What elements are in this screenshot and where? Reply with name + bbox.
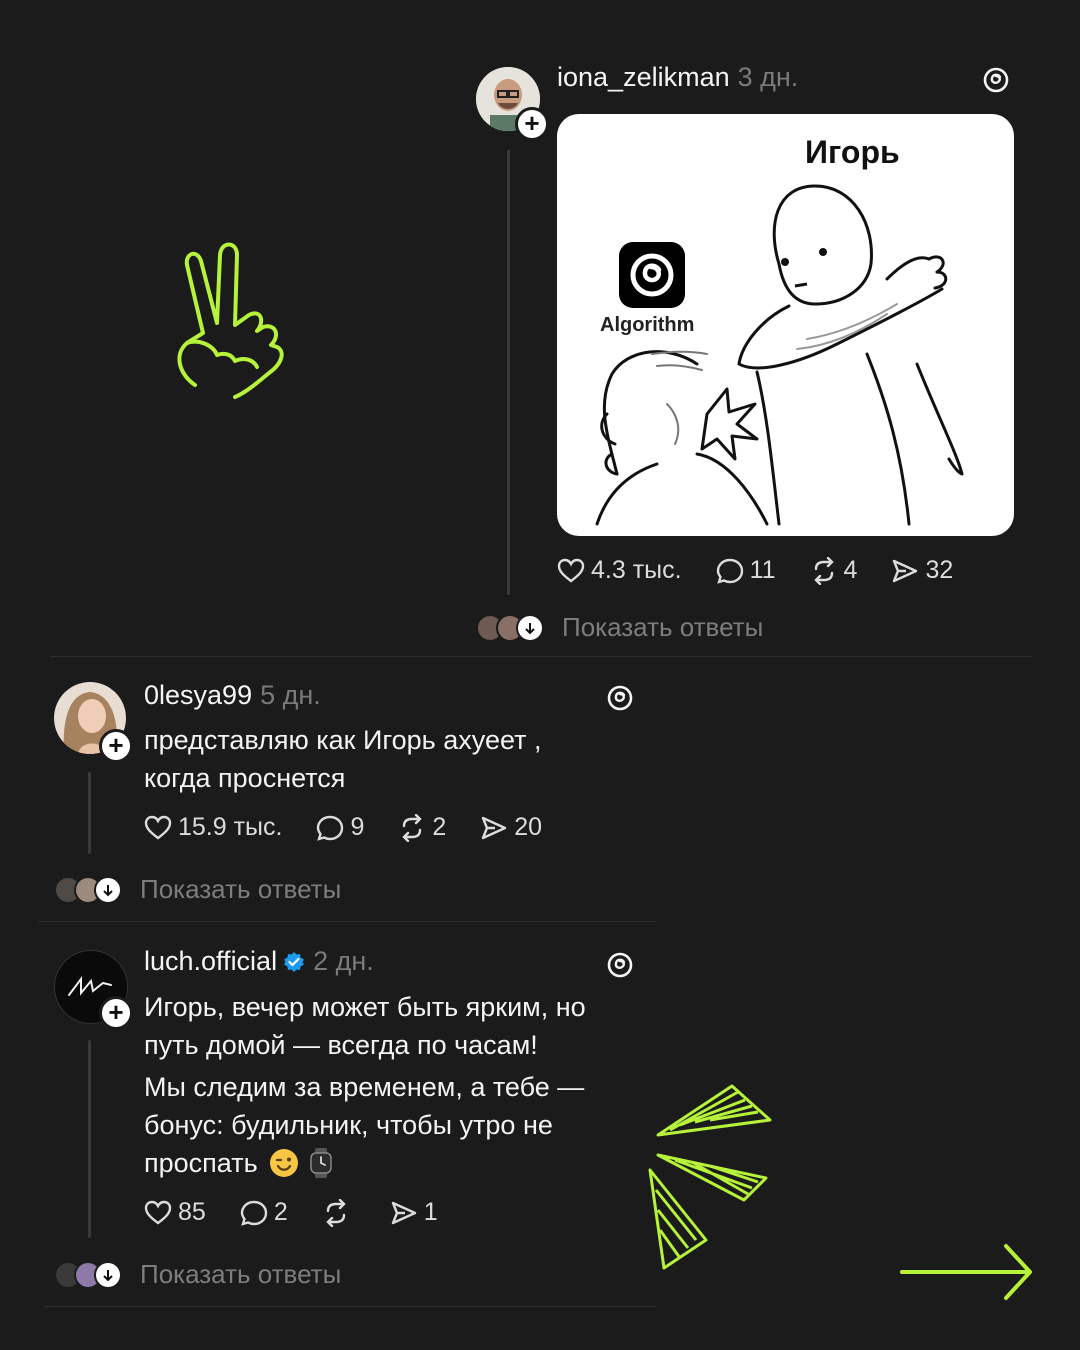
arrow-down-icon	[525, 622, 535, 634]
post-text-line: проспать	[144, 1148, 258, 1178]
show-replies-row[interactable]: Показать ответы	[54, 1259, 341, 1290]
share-count: 20	[514, 813, 543, 841]
arrow-down-icon	[103, 884, 113, 896]
show-replies-row[interactable]: Показать ответы	[54, 874, 341, 905]
post-image[interactable]: Игорь Algorithm	[557, 114, 1014, 536]
repost-count: 2	[432, 813, 447, 841]
share-count: 1	[423, 1198, 438, 1226]
show-replies-link[interactable]: Показать ответы	[140, 874, 341, 905]
follow-plus-button[interactable]: +	[515, 107, 549, 141]
repost-button[interactable]: 4	[810, 556, 858, 585]
comment-button[interactable]: 9	[316, 813, 364, 842]
repost-count: 4	[843, 556, 858, 584]
comment-count: 2	[273, 1198, 288, 1226]
post-text-line: бонус: будильник, чтобы утро не	[144, 1110, 553, 1140]
post-text: Игорь, вечер может быть ярким, но путь д…	[144, 988, 634, 1182]
comment-icon	[317, 815, 344, 841]
repost-button[interactable]	[322, 1198, 356, 1227]
thread-line	[507, 150, 510, 595]
heart-icon	[557, 558, 585, 583]
like-button[interactable]: 15.9 тыс.	[144, 813, 282, 842]
share-button[interactable]: 32	[891, 556, 953, 585]
comment-count: 11	[749, 556, 776, 584]
like-button[interactable]: 4.3 тыс.	[557, 556, 682, 585]
post-actions: 85 2 1	[144, 1198, 472, 1227]
post-time: 5 дн.	[260, 680, 321, 710]
username[interactable]: iona_zelikman	[557, 62, 730, 92]
divider	[458, 656, 1032, 657]
comment-icon	[716, 558, 743, 584]
comment-button[interactable]: 11	[716, 556, 776, 585]
username[interactable]: luch.official	[144, 946, 277, 977]
threads-icon[interactable]	[605, 683, 635, 713]
post-header: 0lesya99 5 дн.	[144, 680, 321, 711]
like-count: 85	[178, 1198, 206, 1226]
divider	[50, 656, 460, 657]
triangle-burst-doodle	[648, 1084, 772, 1270]
verified-badge-icon	[284, 951, 305, 972]
post-text-line: Игорь, вечер может быть ярким, но	[144, 992, 586, 1022]
post-header: iona_zelikman 3 дн.	[557, 62, 798, 93]
repost-icon	[813, 556, 834, 585]
repost-button[interactable]: 2	[398, 813, 446, 842]
comment-icon	[240, 1200, 268, 1226]
share-count: 32	[925, 556, 954, 584]
follow-plus-button[interactable]: +	[99, 729, 133, 763]
post-text-line: представляю как Игорь ахуеет ,	[144, 725, 542, 755]
watch-emoji-icon	[309, 1148, 332, 1178]
share-icon	[893, 559, 918, 582]
post-text: представляю как Игорь ахуеет , когда про…	[144, 721, 614, 797]
post-time: 2 дн.	[313, 946, 374, 976]
threads-icon[interactable]	[981, 65, 1011, 95]
share-icon	[391, 1201, 416, 1224]
post-time: 3 дн.	[737, 62, 799, 92]
heart-icon	[144, 1200, 172, 1225]
post-actions: 15.9 тыс. 9 2 20	[144, 813, 576, 842]
victory-hand-doodle	[177, 242, 284, 399]
post-text-line: Мы следим за временем, а тебе —	[144, 1072, 585, 1102]
arrow-right-doodle	[900, 1244, 1032, 1300]
divider	[44, 1306, 656, 1307]
post-text-line: путь домой — всегда по часам!	[144, 1030, 538, 1060]
post-text-line: когда проснется	[144, 763, 346, 793]
comment-button[interactable]: 2	[240, 1198, 288, 1227]
show-replies-link[interactable]: Показать ответы	[140, 1259, 341, 1290]
follow-plus-button[interactable]: +	[99, 996, 133, 1030]
post-text-last-line: проспать	[144, 1144, 634, 1182]
post-actions: 4.3 тыс. 11 4 32	[557, 556, 987, 585]
share-button[interactable]: 1	[390, 1198, 438, 1227]
repost-icon	[326, 1198, 346, 1227]
share-button[interactable]: 20	[480, 813, 542, 842]
like-button[interactable]: 85	[144, 1198, 206, 1227]
thread-line	[88, 1040, 91, 1238]
repost-icon	[402, 813, 423, 842]
like-count: 4.3 тыс.	[591, 556, 682, 584]
comment-count: 9	[350, 813, 365, 841]
username[interactable]: 0lesya99	[144, 680, 252, 710]
heart-icon	[144, 815, 172, 840]
show-replies-link[interactable]: Показать ответы	[562, 612, 763, 643]
threads-icon[interactable]	[605, 950, 635, 980]
post-header: luch.official 2 дн.	[144, 946, 374, 977]
show-replies-row[interactable]: Показать ответы	[476, 612, 763, 643]
winking-face-emoji-icon	[269, 1149, 298, 1177]
like-count: 15.9 тыс.	[178, 813, 283, 841]
meme-drawing	[595, 184, 964, 526]
arrow-down-icon	[103, 1269, 113, 1281]
divider	[38, 921, 656, 922]
share-icon	[482, 816, 507, 839]
thread-line	[88, 772, 91, 854]
